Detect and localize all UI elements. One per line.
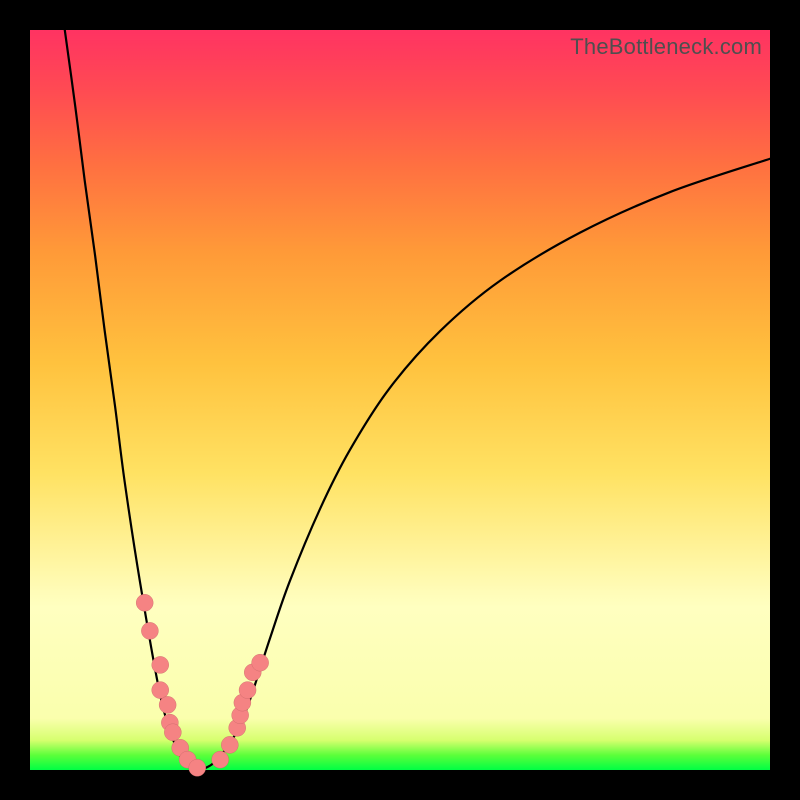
scatter-dot bbox=[152, 682, 169, 699]
scatter-dot bbox=[152, 656, 169, 673]
scatter-dot bbox=[239, 682, 256, 699]
curve-right-branch bbox=[205, 159, 770, 769]
scatter-dot bbox=[141, 622, 158, 639]
scatter-dot bbox=[252, 654, 269, 671]
scatter-dots bbox=[136, 594, 268, 776]
outer-frame: TheBottleneck.com bbox=[0, 0, 800, 800]
plot-area: TheBottleneck.com bbox=[30, 30, 770, 770]
scatter-dot bbox=[221, 736, 238, 753]
scatter-dot bbox=[212, 751, 229, 768]
chart-svg bbox=[30, 30, 770, 770]
curve-left-branch bbox=[65, 30, 195, 769]
scatter-dot bbox=[136, 594, 153, 611]
scatter-dot bbox=[159, 696, 176, 713]
scatter-dot bbox=[164, 724, 181, 741]
scatter-dot bbox=[189, 759, 206, 776]
